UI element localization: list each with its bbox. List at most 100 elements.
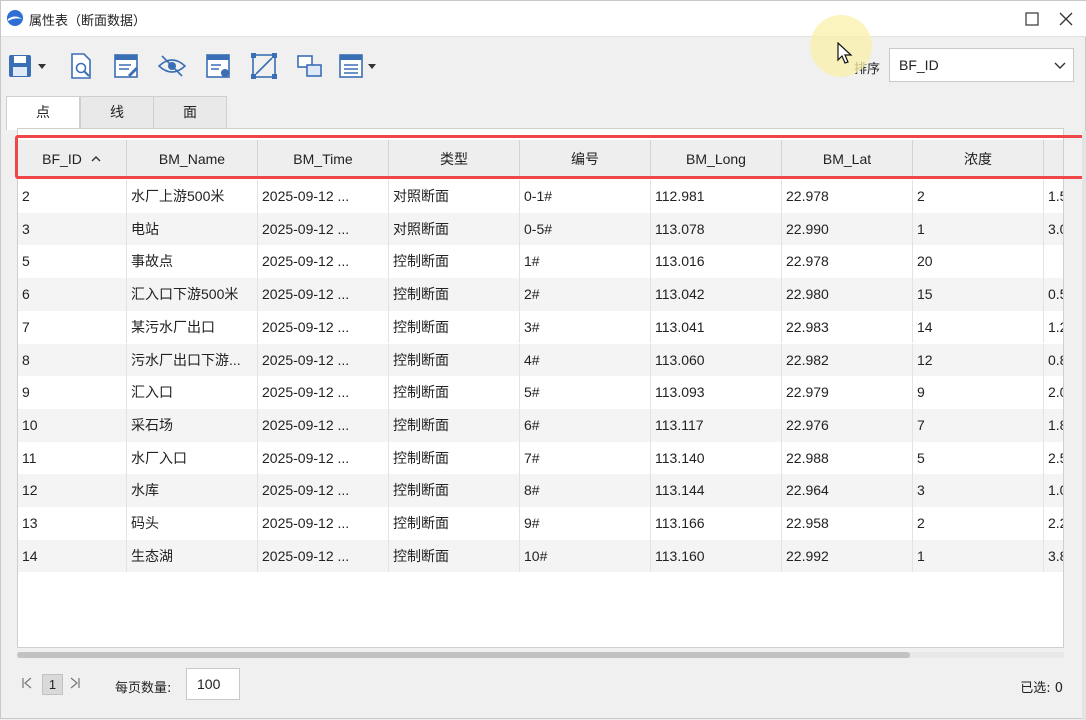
edit-document-icon[interactable] bbox=[109, 51, 143, 81]
cell-type[interactable]: 控制断面 bbox=[389, 539, 520, 573]
cell-concentration[interactable]: 5 bbox=[913, 441, 1044, 475]
last-page-icon[interactable] bbox=[69, 677, 81, 689]
cell-bm-name[interactable]: 采石场 bbox=[127, 408, 258, 442]
cell-bm-lat[interactable]: 22.990 bbox=[782, 212, 913, 246]
cell-number[interactable]: 1# bbox=[520, 245, 651, 279]
list-menu-icon[interactable] bbox=[336, 51, 382, 81]
cell-bm-long[interactable]: 113.144 bbox=[651, 474, 782, 507]
cell-bm-time[interactable]: 2025-09-12 ... bbox=[258, 310, 389, 344]
cell-concentration[interactable]: 12 bbox=[913, 343, 1044, 377]
cell-type[interactable]: 控制断面 bbox=[389, 376, 520, 409]
cell-bm-long[interactable]: 113.016 bbox=[651, 245, 782, 279]
cell-extra[interactable]: 1.0 bbox=[1044, 474, 1063, 507]
table-row[interactable]: 13 码头 2025-09-12 ... 控制断面 9# 113.166 22.958 2 2.… bbox=[18, 507, 1063, 540]
cell-bf-id[interactable]: 7 bbox=[18, 310, 127, 344]
cell-number[interactable]: 0-1# bbox=[520, 180, 651, 213]
cell-bm-long[interactable]: 113.140 bbox=[651, 441, 782, 475]
cell-bm-time[interactable]: 2025-09-12 ... bbox=[258, 507, 389, 540]
cell-bf-id[interactable]: 13 bbox=[18, 507, 127, 540]
cell-extra[interactable]: 1.8 bbox=[1044, 409, 1063, 442]
current-page-number[interactable]: 1 bbox=[42, 674, 63, 695]
cell-concentration[interactable]: 9 bbox=[913, 376, 1044, 409]
cell-bf-id[interactable]: 9 bbox=[18, 376, 127, 409]
cell-type[interactable]: 控制断面 bbox=[389, 278, 520, 311]
cell-number[interactable]: 10# bbox=[520, 539, 651, 573]
visibility-icon[interactable] bbox=[155, 51, 189, 81]
cell-type[interactable]: 控制断面 bbox=[389, 343, 520, 377]
save-icon[interactable] bbox=[6, 51, 50, 81]
cell-number[interactable]: 9# bbox=[520, 507, 651, 540]
cell-bm-time[interactable]: 2025-09-12 ... bbox=[258, 408, 389, 442]
close-icon[interactable] bbox=[1053, 6, 1079, 32]
cell-type[interactable]: 控制断面 bbox=[389, 408, 520, 442]
tab-polygon[interactable]: 面 bbox=[153, 96, 227, 129]
cell-bm-long[interactable]: 113.060 bbox=[651, 343, 782, 377]
cell-bm-name[interactable]: 码头 bbox=[127, 507, 258, 540]
cell-bf-id[interactable]: 12 bbox=[18, 474, 127, 507]
first-page-icon[interactable] bbox=[21, 677, 33, 689]
cell-bm-long[interactable]: 113.093 bbox=[651, 376, 782, 409]
cell-bm-long[interactable]: 113.078 bbox=[651, 212, 782, 246]
cell-extra[interactable]: 0.5 bbox=[1044, 278, 1063, 311]
cell-bm-lat[interactable]: 22.976 bbox=[782, 408, 913, 442]
cell-bm-name[interactable]: 汇入口 bbox=[127, 376, 258, 409]
cell-bm-name[interactable]: 电站 bbox=[127, 212, 258, 246]
cell-bm-name[interactable]: 某污水厂出口 bbox=[127, 310, 258, 344]
search-document-icon[interactable] bbox=[64, 51, 98, 81]
cell-bm-lat[interactable]: 22.992 bbox=[782, 539, 913, 573]
tab-point[interactable]: 点 bbox=[6, 96, 80, 130]
cell-concentration[interactable]: 2 bbox=[913, 180, 1044, 213]
cell-extra[interactable]: 0.8 bbox=[1044, 344, 1063, 377]
cell-type[interactable]: 控制断面 bbox=[389, 245, 520, 279]
cell-bm-lat[interactable]: 22.978 bbox=[782, 180, 913, 213]
cell-bm-time[interactable]: 2025-09-12 ... bbox=[258, 343, 389, 377]
cell-number[interactable]: 7# bbox=[520, 441, 651, 475]
cell-bf-id[interactable]: 6 bbox=[18, 278, 127, 311]
cell-bm-time[interactable]: 2025-09-12 ... bbox=[258, 441, 389, 475]
cell-bm-lat[interactable]: 22.979 bbox=[782, 376, 913, 409]
cell-number[interactable]: 4# bbox=[520, 343, 651, 377]
cell-bm-name[interactable]: 水库 bbox=[127, 474, 258, 507]
cell-number[interactable]: 5# bbox=[520, 376, 651, 409]
layers-icon[interactable] bbox=[293, 51, 327, 81]
table-row[interactable]: 14 生态湖 2025-09-12 ... 控制断面 10# 113.160 22.992 1… bbox=[18, 539, 1063, 573]
table-row[interactable]: 2 水厂上游500米 2025-09-12 ... 对照断面 0-1# 112.981 22… bbox=[18, 180, 1063, 213]
cell-bm-time[interactable]: 2025-09-12 ... bbox=[258, 539, 389, 573]
cell-bm-name[interactable]: 事故点 bbox=[127, 245, 258, 279]
bounding-box-icon[interactable] bbox=[247, 51, 281, 81]
cell-type[interactable]: 控制断面 bbox=[389, 310, 520, 344]
cell-extra[interactable]: 1.2 bbox=[1044, 311, 1063, 344]
cell-bm-long[interactable]: 112.981 bbox=[651, 180, 782, 213]
page-size-input[interactable]: 100 bbox=[186, 668, 240, 700]
cell-type[interactable]: 控制断面 bbox=[389, 441, 520, 475]
cell-extra[interactable]: 3.0 bbox=[1044, 213, 1063, 246]
cell-concentration[interactable]: 2 bbox=[913, 507, 1044, 540]
cell-concentration[interactable]: 3 bbox=[913, 474, 1044, 507]
table-row[interactable]: 10 采石场 2025-09-12 ... 控制断面 6# 113.117 22.976 7 1… bbox=[18, 408, 1063, 442]
cell-type[interactable]: 控制断面 bbox=[389, 507, 520, 540]
table-row[interactable]: 9 汇入口 2025-09-12 ... 控制断面 5# 113.093 22.979 9 2.… bbox=[18, 376, 1063, 409]
cell-bm-name[interactable]: 污水厂出口下游... bbox=[127, 343, 258, 377]
cell-concentration[interactable]: 20 bbox=[913, 245, 1044, 279]
cell-bm-long[interactable]: 113.160 bbox=[651, 539, 782, 573]
cell-bm-name[interactable]: 生态湖 bbox=[127, 539, 258, 573]
cell-bm-time[interactable]: 2025-09-12 ... bbox=[258, 212, 389, 246]
cell-bm-time[interactable]: 2025-09-12 ... bbox=[258, 278, 389, 311]
cell-bf-id[interactable]: 14 bbox=[18, 539, 127, 573]
cell-bm-name[interactable]: 汇入口下游500米 bbox=[127, 278, 258, 311]
table-row[interactable]: 7 某污水厂出口 2025-09-12 ... 控制断面 3# 113.041 22.983… bbox=[18, 310, 1063, 344]
cell-type[interactable]: 对照断面 bbox=[389, 180, 520, 213]
tab-line[interactable]: 线 bbox=[80, 96, 154, 129]
cell-type[interactable]: 控制断面 bbox=[389, 474, 520, 507]
cell-bm-long[interactable]: 113.041 bbox=[651, 310, 782, 344]
cell-number[interactable]: 8# bbox=[520, 474, 651, 507]
cell-extra[interactable]: 2.2 bbox=[1044, 507, 1063, 540]
cell-bm-time[interactable]: 2025-09-12 ... bbox=[258, 245, 389, 279]
cell-bf-id[interactable]: 3 bbox=[18, 212, 127, 246]
table-row[interactable]: 3 电站 2025-09-12 ... 对照断面 0-5# 113.078 22.990 1 3… bbox=[18, 212, 1063, 246]
cell-concentration[interactable]: 15 bbox=[913, 278, 1044, 311]
cell-bm-time[interactable]: 2025-09-12 ... bbox=[258, 180, 389, 213]
cell-bm-lat[interactable]: 22.982 bbox=[782, 343, 913, 377]
cell-number[interactable]: 2# bbox=[520, 278, 651, 311]
cell-extra[interactable]: 2.0 bbox=[1044, 376, 1063, 409]
